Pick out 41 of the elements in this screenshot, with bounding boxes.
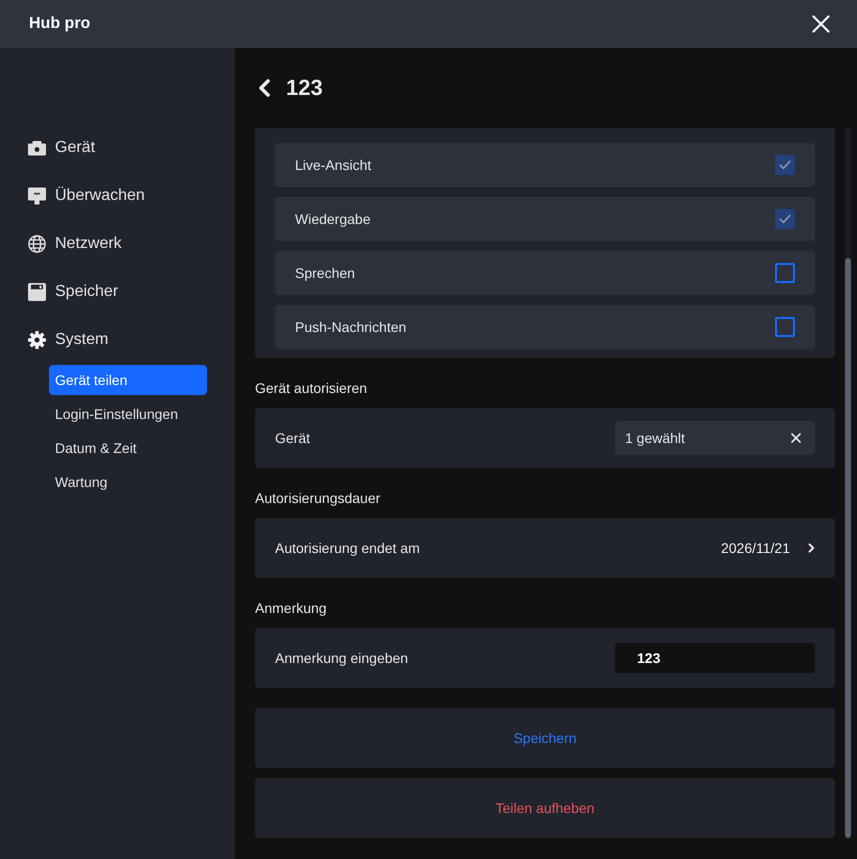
sidebar-item[interactable]: System: [0, 316, 207, 364]
sidebar-subitem[interactable]: Datum & Zeit: [49, 433, 207, 463]
section-heading: Autorisierungsdauer: [255, 489, 382, 508]
section-heading: Anmerkung: [255, 599, 328, 618]
camera-icon: [28, 139, 46, 157]
sidebar-subitem[interactable]: Wartung: [49, 467, 207, 497]
gear-icon: [28, 331, 46, 349]
page-title: 123: [286, 75, 323, 101]
note-input[interactable]: 123: [615, 643, 815, 673]
sidebar-item[interactable]: Gerät: [0, 124, 207, 172]
sidebar-item[interactable]: Netzwerk: [0, 220, 207, 268]
scrollbar-thumb[interactable]: [845, 258, 851, 838]
chevron-right-icon[interactable]: [808, 543, 815, 553]
date-value: 2026/11/21: [720, 540, 790, 556]
checkbox[interactable]: [775, 317, 795, 337]
check-icon: [779, 160, 791, 170]
checkbox[interactable]: [775, 155, 795, 175]
sidebar-item[interactable]: Speicher: [0, 268, 207, 316]
permission-label: Push-Nachrichten: [295, 319, 406, 335]
permission-label: Sprechen: [295, 265, 355, 281]
check-icon: [779, 214, 791, 224]
unshare-button[interactable]: Teilen aufheben: [255, 778, 835, 838]
checkbox[interactable]: [775, 263, 795, 283]
close-icon[interactable]: [812, 15, 830, 33]
window-title: Hub pro: [29, 15, 90, 33]
section-heading: Gerät autorisieren: [255, 379, 368, 398]
field-label: Gerät: [275, 430, 310, 446]
chevron-left-icon[interactable]: [258, 79, 270, 97]
field-label: Autorisierung endet am: [275, 540, 420, 556]
permission-label: Live-Ansicht: [295, 157, 372, 173]
sidebar-subitem[interactable]: Login-Einstellungen: [49, 399, 207, 429]
save-button[interactable]: Speichern: [255, 708, 835, 768]
permission-label: Wiedergabe: [295, 211, 370, 227]
sidebar-item[interactable]: Überwachen: [0, 172, 207, 220]
device-select[interactable]: 1 gewählt: [615, 421, 815, 455]
field-label: Anmerkung eingeben: [275, 650, 408, 666]
monitor-icon: [28, 187, 46, 205]
clear-icon[interactable]: [791, 433, 801, 443]
checkbox[interactable]: [775, 209, 795, 229]
globe-icon: [28, 235, 46, 253]
sidebar-subitem[interactable]: Gerät teilen: [49, 365, 207, 395]
